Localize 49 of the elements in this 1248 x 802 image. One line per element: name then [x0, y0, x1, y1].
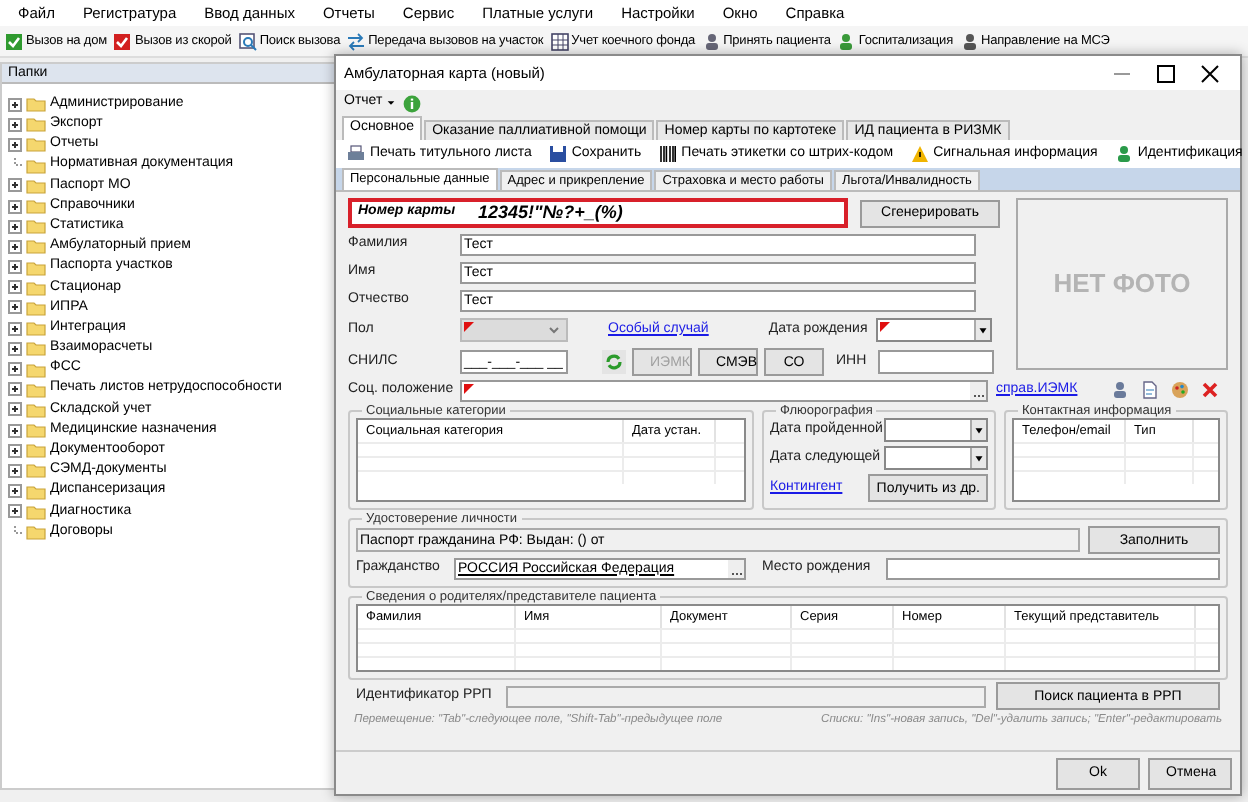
expand-icon[interactable]: [8, 239, 22, 254]
person-icon: [836, 31, 857, 51]
expand-icon[interactable]: [8, 321, 22, 336]
expand-icon[interactable]: [8, 382, 22, 397]
expand-icon[interactable]: [8, 402, 22, 417]
date-picker[interactable]: [884, 446, 988, 470]
expand-icon[interactable]: [8, 362, 22, 377]
person-icon: [1113, 144, 1134, 164]
expand-icon[interactable]: [8, 443, 22, 458]
info-icon: [402, 93, 423, 113]
expand-icon[interactable]: [8, 463, 22, 478]
expand-icon[interactable]: [8, 199, 22, 214]
document-icon: [1140, 380, 1160, 400]
expand-icon[interactable]: [8, 178, 22, 193]
ellipsis-icon[interactable]: [728, 560, 744, 578]
expand-icon[interactable]: [8, 117, 22, 132]
expand-icon[interactable]: [8, 260, 22, 275]
inn-field[interactable]: [878, 350, 995, 374]
date-picker[interactable]: [884, 418, 988, 442]
person-icon: [1110, 380, 1130, 400]
refresh-icon[interactable]: [602, 350, 626, 374]
expand-icon[interactable]: [8, 423, 22, 438]
chevron-icon: [546, 322, 562, 338]
barcode-icon: [657, 144, 678, 164]
birth-date-picker[interactable]: [875, 318, 992, 342]
delete-icon: [1200, 380, 1220, 400]
palette-icon: [1170, 380, 1190, 400]
search-icon: [237, 31, 258, 51]
caret-icon: [386, 98, 397, 108]
expand-icon[interactable]: [8, 137, 22, 152]
expand-icon[interactable]: [8, 97, 22, 112]
grid-icon: [549, 31, 570, 51]
expand-icon[interactable]: [8, 280, 22, 295]
close-icon[interactable]: [1200, 63, 1220, 83]
expand-icon[interactable]: [8, 219, 22, 234]
expand-icon[interactable]: [8, 504, 22, 519]
expand-icon[interactable]: [8, 341, 22, 356]
photo-placeholder: НЕТ ФОТО: [1053, 266, 1191, 303]
arrows-icon: [346, 31, 367, 51]
ellipsis-icon[interactable]: [970, 381, 986, 399]
maximize-icon[interactable]: [1156, 63, 1176, 83]
person-icon: [701, 31, 722, 51]
social-status-field[interactable]: [460, 379, 988, 401]
warning-icon: [909, 144, 930, 164]
expand-icon[interactable]: [8, 484, 22, 499]
expand-icon[interactable]: [8, 300, 22, 315]
birthplace-field[interactable]: [886, 558, 1220, 580]
check-icon: [112, 31, 133, 51]
person-icon: [959, 31, 980, 51]
